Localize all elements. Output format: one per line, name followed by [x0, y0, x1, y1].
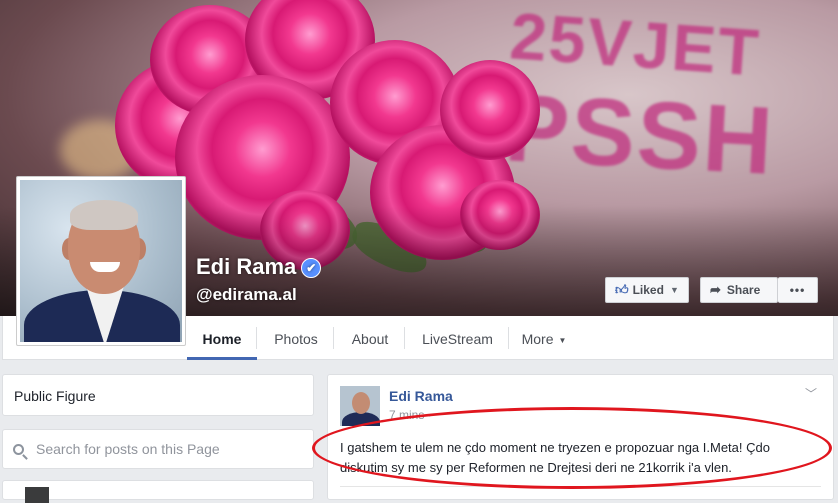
post-divider	[340, 486, 821, 487]
post-avatar-jacket	[342, 412, 380, 426]
post-author[interactable]: Edi Rama	[389, 388, 453, 404]
likes-card	[2, 480, 314, 503]
share-button[interactable]: ➦ Share	[700, 277, 778, 303]
tab-more[interactable]: More ▼	[510, 316, 578, 359]
tab-home-label: Home	[202, 331, 242, 347]
tab-more-label: More	[521, 331, 554, 347]
search-icon	[13, 443, 24, 455]
post: Edi Rama 7 mins · ﹀ I gatshem te ulem ne…	[327, 374, 834, 500]
share-arrow-icon: ➦	[710, 282, 721, 297]
more-options-button[interactable]: •••	[778, 277, 818, 303]
post-author-avatar[interactable]	[340, 386, 380, 426]
avatar-hair	[70, 200, 138, 230]
search-posts-box[interactable]	[2, 429, 314, 469]
share-label: Share	[726, 283, 761, 297]
liked-button[interactable]: 👍︎ Liked ▼	[605, 277, 689, 303]
avatar	[20, 180, 182, 342]
tab-about[interactable]: About	[335, 316, 405, 359]
post-timestamp[interactable]: 7 mins ·	[389, 408, 432, 422]
thumbs-up-icon: 👍︎	[615, 282, 629, 297]
liked-label: Liked	[632, 283, 664, 297]
likes-thumbnail	[25, 487, 49, 503]
page-name-text: Edi Rama	[196, 254, 297, 279]
active-tab-indicator	[187, 357, 257, 360]
tab-home[interactable]: Home	[187, 316, 257, 360]
rose	[440, 60, 540, 160]
page-category[interactable]: Public Figure	[2, 374, 314, 416]
caret-down-icon: ▼	[558, 336, 567, 345]
verified-badge-icon: ✔	[301, 258, 322, 278]
page-title[interactable]: Edi Rama ✔	[196, 254, 322, 280]
search-input[interactable]	[36, 441, 306, 457]
post-avatar-head	[352, 392, 370, 414]
tab-livestream[interactable]: LiveStream	[406, 316, 509, 359]
caret-down-icon: ▼	[669, 285, 679, 295]
chevron-down-icon[interactable]: ﹀	[805, 385, 817, 402]
page-handle[interactable]: @edirama.al	[196, 285, 297, 305]
cover-text-line-2: PSSH	[502, 74, 778, 195]
post-text: I gatshem te ulem ne çdo moment ne tryez…	[340, 440, 770, 475]
tab-photos[interactable]: Photos	[258, 316, 334, 359]
profile-picture[interactable]	[16, 176, 186, 346]
